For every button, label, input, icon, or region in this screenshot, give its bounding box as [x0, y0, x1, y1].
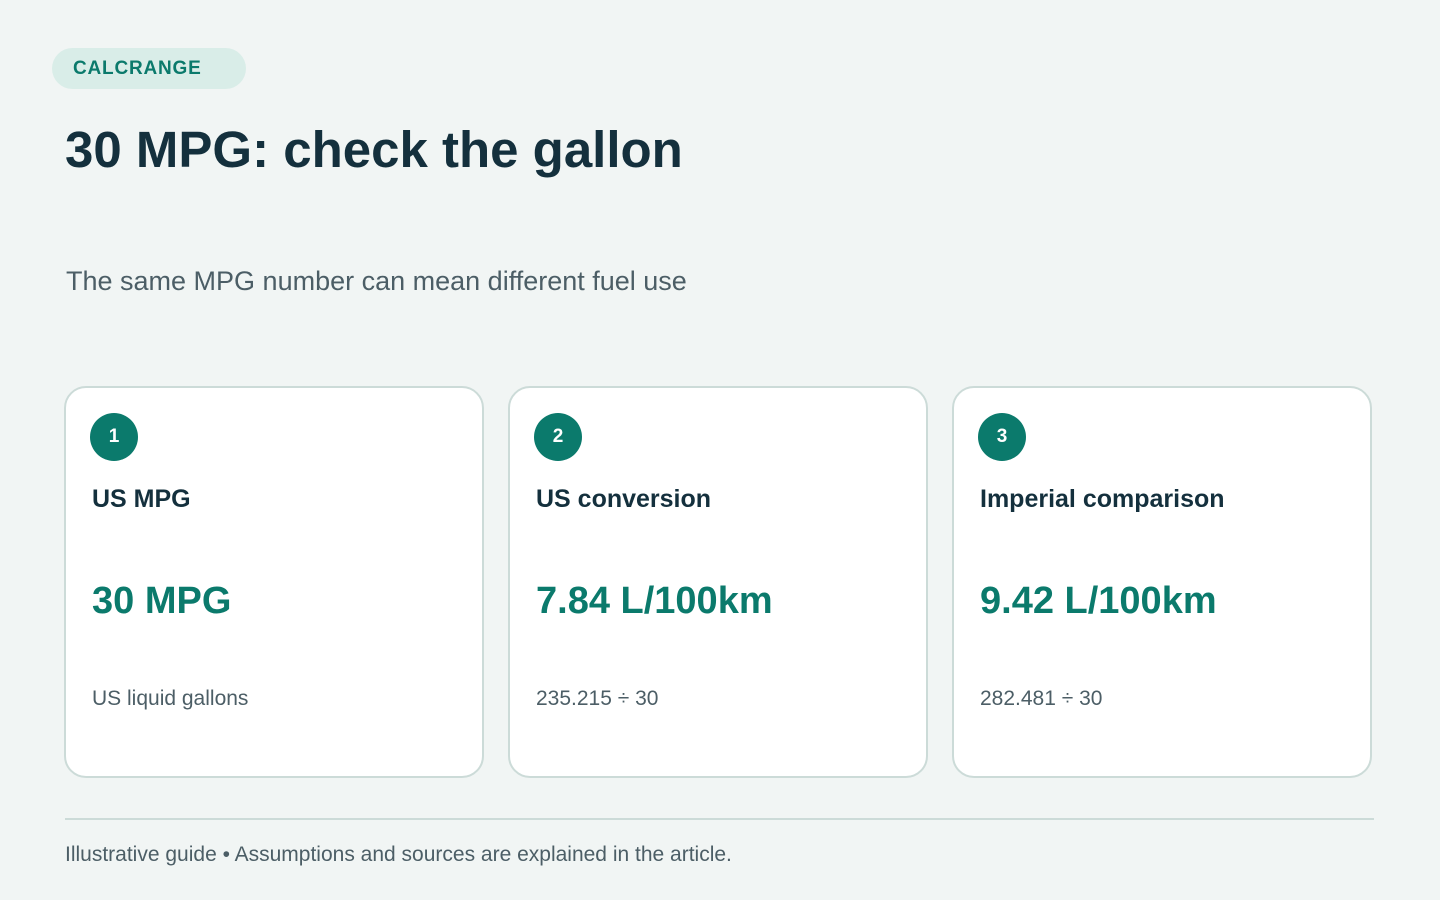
- card-value: 7.84 L/100km: [536, 580, 773, 622]
- card-value: 9.42 L/100km: [980, 580, 1217, 622]
- step-badge: 2: [534, 413, 582, 461]
- card-title: Imperial comparison: [980, 485, 1225, 513]
- card-note: 235.215 ÷ 30: [536, 687, 659, 710]
- card-title: US MPG: [92, 485, 191, 513]
- card-value: 30 MPG: [92, 580, 232, 622]
- card-note: US liquid gallons: [92, 687, 249, 710]
- card-us-conversion: 2 US conversion 7.84 L/100km 235.215 ÷ 3…: [508, 386, 928, 778]
- page-title: 30 MPG: check the gallon: [65, 121, 683, 178]
- card-note: 282.481 ÷ 30: [980, 687, 1103, 710]
- footer-note: Illustrative guide • Assumptions and sou…: [65, 843, 732, 866]
- card-us-mpg: 1 US MPG 30 MPG US liquid gallons: [64, 386, 484, 778]
- step-badge: 1: [90, 413, 138, 461]
- card-title: US conversion: [536, 485, 712, 513]
- card-imperial-comparison: 3 Imperial comparison 9.42 L/100km 282.4…: [952, 386, 1372, 778]
- brand-label: CALCRANGE: [73, 57, 202, 79]
- page-subtitle: The same MPG number can mean different f…: [66, 266, 687, 296]
- step-badge: 3: [978, 413, 1026, 461]
- brand-pill: CALCRANGE: [52, 48, 246, 89]
- footer-divider: [65, 818, 1374, 820]
